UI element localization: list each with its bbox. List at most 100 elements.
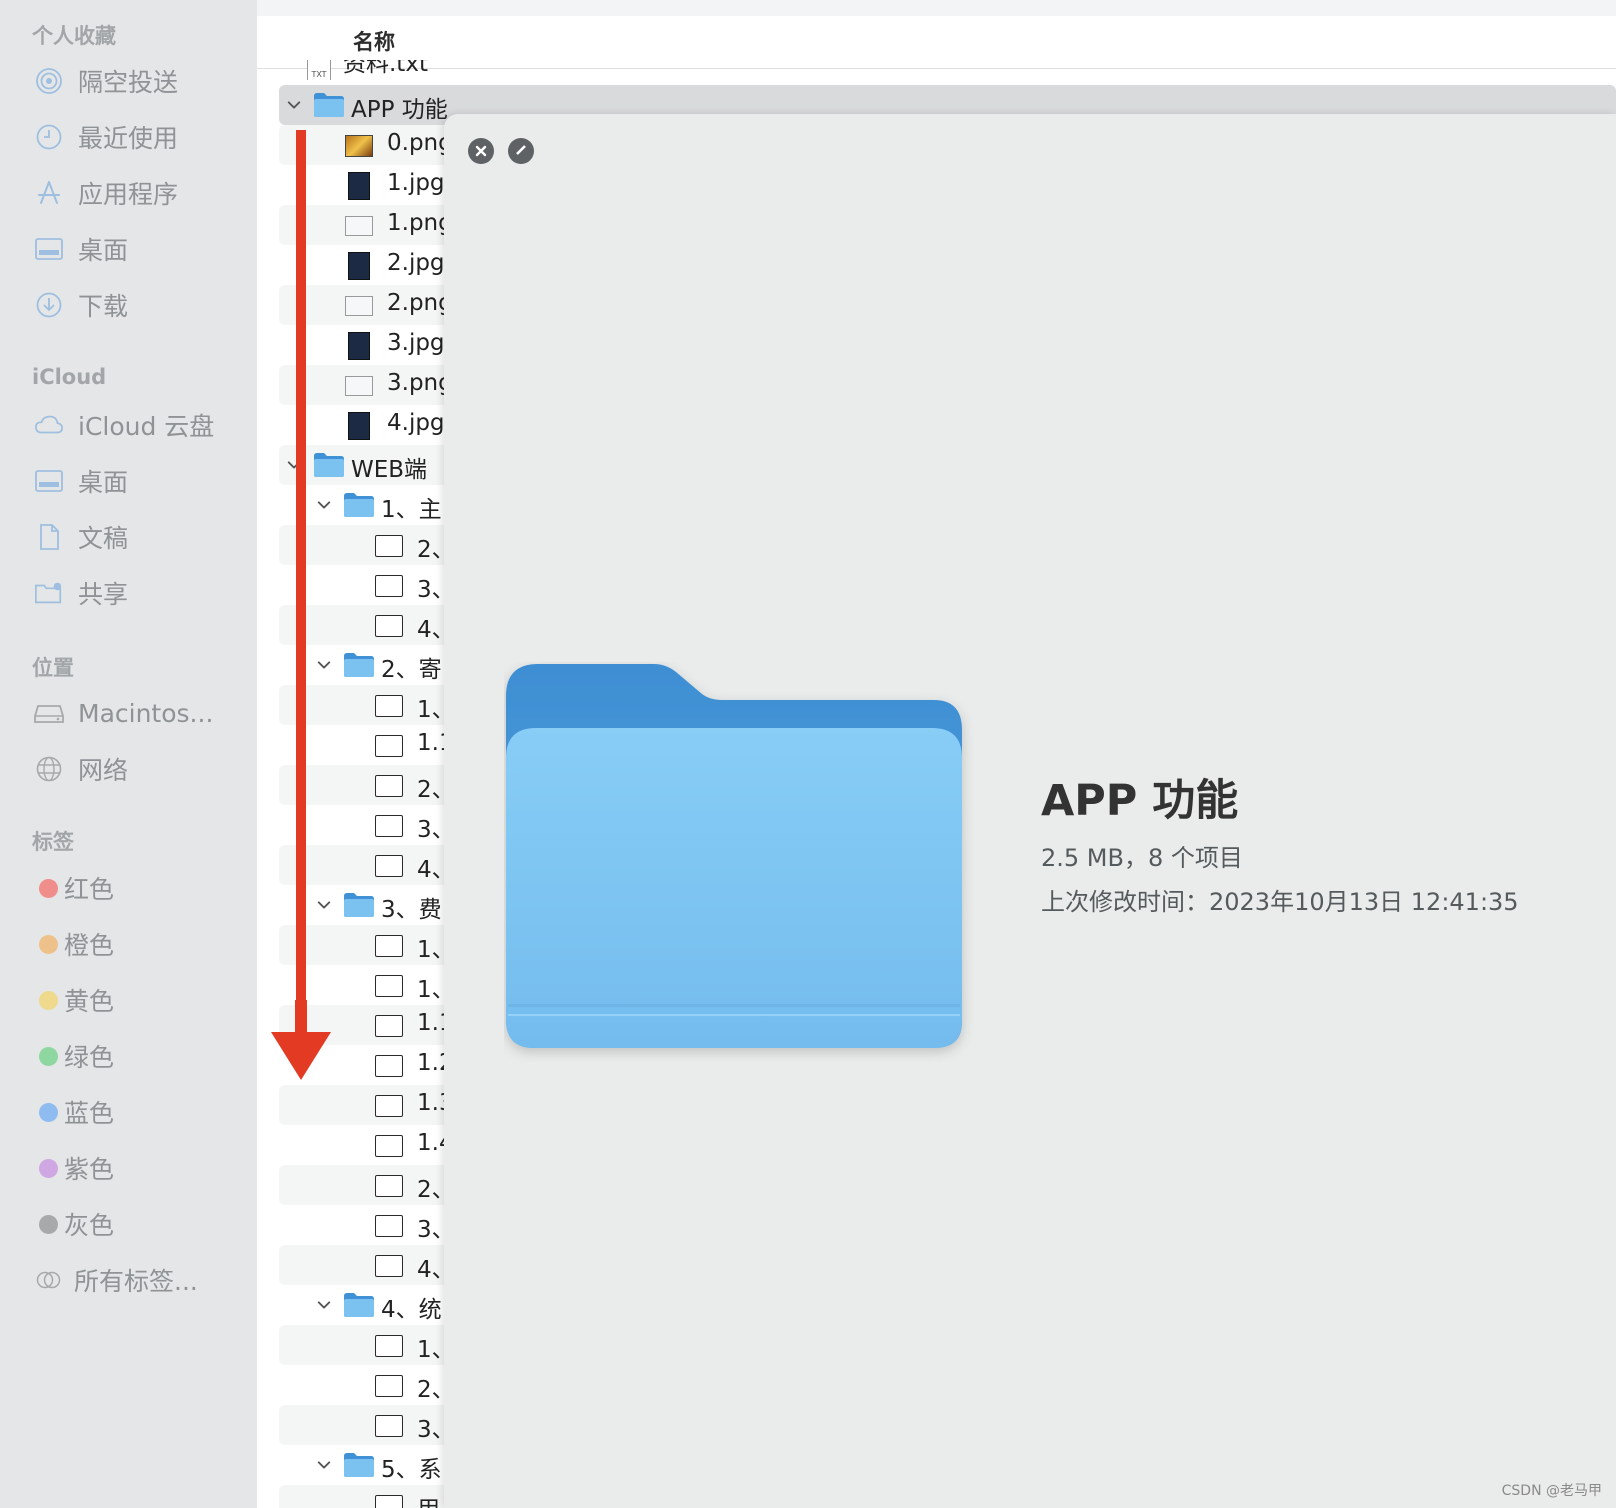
row-name-label: 3.png (387, 370, 453, 396)
row-name-label: WEB端 (351, 457, 428, 483)
screenshot-thumbnail-icon (375, 1255, 403, 1277)
sidebar-item-label: 隔空投送 (78, 68, 179, 97)
sidebar-item-tag[interactable]: 紫色 (34, 1146, 249, 1190)
row-name-label: 1.png (387, 210, 453, 236)
sidebar-item-label: 共享 (78, 580, 129, 609)
tags-header: 标签 (32, 830, 74, 854)
chevron-down-icon[interactable] (317, 1458, 331, 1472)
sidebar-item-location[interactable]: 网络 (34, 747, 249, 791)
image-thumbnail-icon (345, 376, 373, 396)
network-icon (34, 754, 64, 784)
sidebar-item-icloud[interactable]: iCloud 云盘 (34, 403, 249, 447)
row-name-label: 2.png (387, 290, 453, 316)
row-name-label: 4、统 (381, 1297, 442, 1323)
row-name-label: 3.jpg (387, 330, 445, 356)
sidebar: 个人收藏 隔空投送 最近使用 应用程序 桌面 下载 iCloud iCloud 云盘 桌面 文稿共… (0, 0, 257, 1508)
desktop-icon (34, 466, 64, 496)
folder-icon (343, 892, 375, 922)
screenshot-thumbnail-icon (375, 1415, 403, 1437)
screenshot-thumbnail-icon (375, 855, 403, 877)
sidebar-item-label: 橙色 (64, 931, 115, 960)
sidebar-item-icloud[interactable]: 文稿 (34, 515, 249, 559)
toolbar-strip (257, 0, 1616, 17)
quicklook-panel: APP 功能 2.5 MB，8 个项目 上次修改时间：2023年10月13日 1… (444, 114, 1616, 1508)
sidebar-item-label: iCloud 云盘 (78, 412, 215, 441)
open-button[interactable] (508, 138, 534, 164)
sidebar-item-label: 紫色 (64, 1155, 115, 1184)
sidebar-item-tag[interactable]: 绿色 (34, 1034, 249, 1078)
sidebar-item-favorite[interactable]: 下载 (34, 283, 249, 327)
chevron-down-icon[interactable] (317, 1298, 331, 1312)
quicklook-modified-date: 上次修改时间：2023年10月13日 12:41:35 (1041, 888, 1519, 916)
tag-color-icon (39, 878, 58, 898)
sidebar-item-tag[interactable]: 所有标签... (34, 1258, 249, 1302)
row-name-label: 4.jpg (387, 410, 445, 436)
sidebar-item-favorite[interactable]: 桌面 (34, 227, 249, 271)
row-name-label: 2.jpg (387, 250, 445, 276)
screenshot-thumbnail-icon (375, 615, 403, 637)
tag-color-icon (39, 1046, 58, 1066)
sidebar-item-icloud[interactable]: 共享 (34, 571, 249, 615)
screenshot-thumbnail-icon (375, 975, 403, 997)
sidebar-item-label: 桌面 (78, 236, 129, 265)
row-name-label: 5、系 (381, 1457, 442, 1483)
clock-icon (34, 122, 64, 152)
screenshot-thumbnail-icon (375, 935, 403, 957)
sidebar-item-label: 下载 (78, 292, 129, 321)
sidebar-item-tag[interactable]: 黄色 (34, 978, 249, 1022)
sidebar-item-label: 黄色 (64, 987, 115, 1016)
close-circle-icon (475, 142, 487, 161)
sidebar-item-label: 蓝色 (64, 1099, 115, 1128)
sidebar-item-favorite[interactable]: 应用程序 (34, 171, 249, 215)
close-button[interactable] (468, 138, 494, 164)
image-thumbnail-icon (348, 172, 370, 200)
sidebar-item-favorite[interactable]: 最近使用 (34, 115, 249, 159)
sidebar-item-label: 桌面 (78, 468, 129, 497)
row-name-label: 用 (417, 1490, 440, 1508)
sidebar-item-tag[interactable]: 灰色 (34, 1202, 249, 1246)
folder-icon (343, 1292, 375, 1322)
sidebar-item-tag[interactable]: 橙色 (34, 922, 249, 966)
sidebar-item-label: 最近使用 (78, 124, 179, 153)
screenshot-thumbnail-icon (375, 695, 403, 717)
sidebar-item-label: 应用程序 (78, 180, 179, 209)
sidebar-item-location[interactable]: Macintos... (34, 691, 249, 735)
icloud-header: iCloud (32, 365, 107, 389)
tag-color-icon (39, 934, 58, 954)
document-icon (34, 522, 64, 552)
sidebar-item-label: 绿色 (64, 1043, 115, 1072)
sidebar-item-favorite[interactable]: 隔空投送 (34, 59, 249, 103)
screenshot-thumbnail-icon (375, 535, 403, 557)
sidebar-item-label: 所有标签... (74, 1267, 198, 1296)
screenshot-thumbnail-icon (375, 575, 403, 597)
screenshot-thumbnail-icon (375, 1135, 403, 1157)
download-icon (34, 290, 64, 320)
image-thumbnail-icon (348, 252, 370, 280)
partial-file-row[interactable]: TXT 资料.txt (307, 60, 607, 80)
screenshot-thumbnail-icon (375, 1495, 403, 1508)
locations-header: 位置 (32, 656, 74, 680)
folder-icon (343, 652, 375, 682)
folder-icon (343, 492, 375, 522)
row-name-label: APP 功能 (351, 97, 448, 123)
name-column-header[interactable]: 名称 (353, 26, 395, 56)
row-name-label: 0.png (387, 130, 453, 156)
sidebar-item-tag[interactable]: 红色 (34, 866, 249, 910)
sidebar-item-tag[interactable]: 蓝色 (34, 1090, 249, 1134)
image-thumbnail-icon (348, 332, 370, 360)
txt-file-icon: TXT (307, 60, 331, 80)
sidebar-item-label: 红色 (64, 875, 115, 904)
desktop-icon (34, 234, 64, 264)
annotation-arrow (265, 130, 335, 1094)
chevron-down-icon[interactable] (287, 98, 301, 112)
image-thumbnail-icon (345, 216, 373, 236)
tag-color-icon (39, 1102, 58, 1122)
screenshot-thumbnail-icon (375, 1335, 403, 1357)
airdrop-icon (34, 66, 64, 96)
screenshot-thumbnail-icon (375, 815, 403, 837)
screenshot-thumbnail-icon (375, 775, 403, 797)
sidebar-item-icloud[interactable]: 桌面 (34, 459, 249, 503)
image-thumbnail-icon (348, 412, 370, 440)
folder-icon (313, 92, 345, 122)
quicklook-title: APP 功能 (1041, 776, 1239, 826)
